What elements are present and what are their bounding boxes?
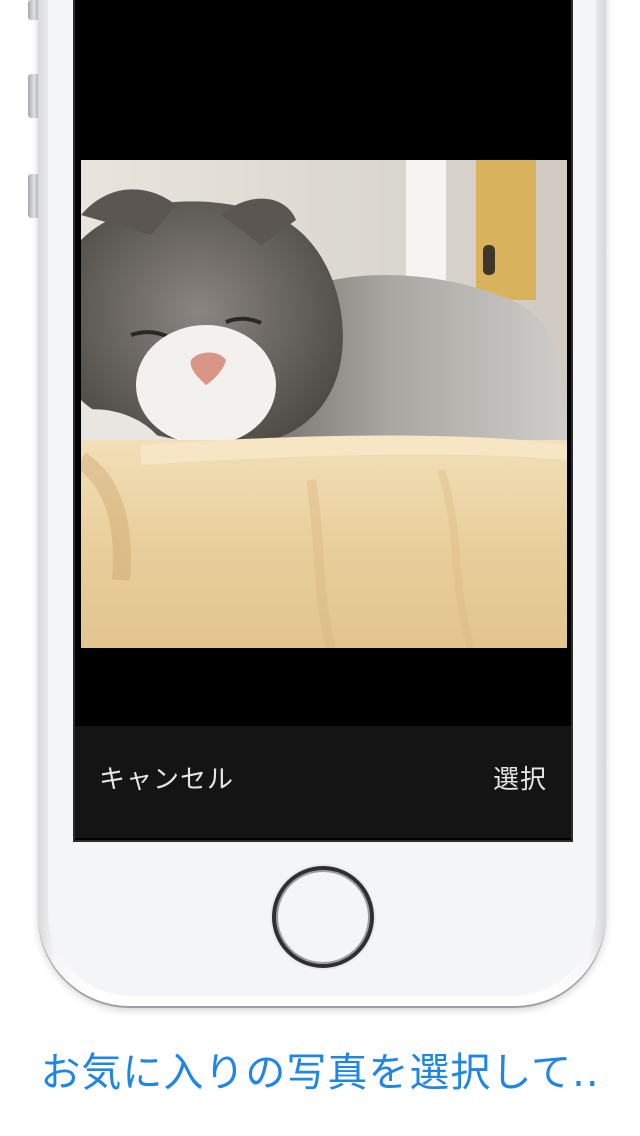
app-screenshot: キャンセル 選択 お気に入りの写真を選択して.. — [0, 0, 640, 1136]
volume-down-button — [28, 174, 38, 218]
select-button[interactable]: 選択 — [493, 764, 547, 796]
cat-photo[interactable] — [81, 160, 567, 648]
home-button[interactable] — [272, 866, 374, 968]
phone-screen: キャンセル 選択 — [73, 0, 573, 842]
side-switch — [28, 0, 38, 20]
promo-caption: お気に入りの写真を選択して.. — [40, 1050, 600, 1096]
volume-up-button — [28, 74, 38, 118]
cat-photo-image — [81, 160, 567, 648]
cancel-button[interactable]: キャンセル — [99, 764, 234, 796]
bottom-toolbar: キャンセル 選択 — [75, 726, 571, 838]
